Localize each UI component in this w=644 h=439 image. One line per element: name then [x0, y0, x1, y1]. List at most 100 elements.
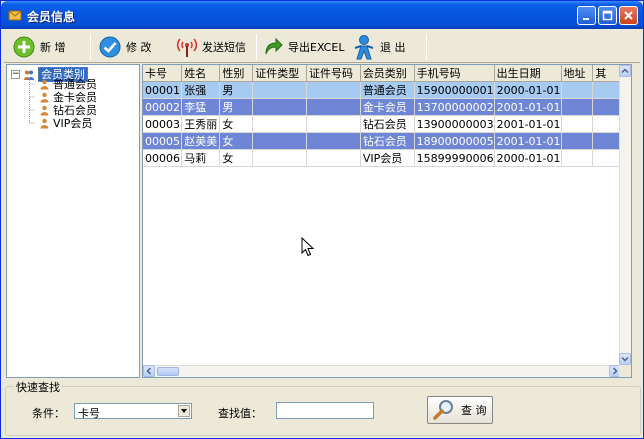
table-cell: 00003	[143, 115, 183, 133]
vertical-scrollbar[interactable]	[619, 65, 631, 365]
table-cell: 李猛	[181, 98, 221, 116]
table-cell: 2001-01-01	[494, 132, 562, 150]
antenna-icon	[176, 38, 198, 57]
table-cell: 女	[219, 115, 254, 133]
scroll-down-button[interactable]	[619, 353, 631, 365]
column-header[interactable]: 卡号	[143, 65, 183, 82]
minimize-button[interactable]	[577, 6, 596, 25]
table-cell: 钻石会员	[360, 115, 415, 133]
table-cell: 13900000003	[414, 115, 495, 133]
table-cell	[252, 115, 308, 133]
condition-select[interactable]: 卡号	[74, 403, 192, 420]
column-header[interactable]: 证件号码	[306, 65, 361, 82]
table-cell	[561, 98, 594, 116]
tree-item-label: VIP会员	[53, 117, 93, 130]
column-header[interactable]: 姓名	[181, 65, 221, 82]
close-button[interactable]	[619, 6, 638, 25]
condition-label: 条件：	[32, 407, 65, 420]
toolbar-separator	[90, 34, 91, 60]
title-bar[interactable]: 会员信息	[1, 1, 643, 29]
toolbar-separator	[256, 34, 257, 60]
table-row[interactable]: 00001 张强 男 普通会员 15900000001 2000-01-01	[143, 81, 621, 99]
column-header[interactable]: 手机号码	[414, 65, 495, 82]
table-cell: 男	[219, 98, 254, 116]
table-cell	[592, 115, 621, 133]
arrow-up-icon	[621, 68, 629, 74]
table-cell	[561, 81, 594, 99]
dropdown-button[interactable]	[178, 405, 190, 417]
export-excel-button[interactable]: 导出EXCEL	[262, 32, 346, 62]
column-header[interactable]: 会员类别	[360, 65, 415, 82]
query-button[interactable]: 查 询	[427, 396, 493, 424]
exit-button[interactable]: 退 出	[352, 32, 424, 62]
maximize-button[interactable]	[598, 6, 617, 25]
tree-item-gold[interactable]: 金卡会员	[39, 91, 97, 104]
arrow-left-icon	[146, 367, 152, 375]
find-value-input[interactable]	[276, 402, 374, 419]
column-header[interactable]: 性别	[219, 65, 254, 82]
member-icon	[40, 118, 49, 129]
member-table[interactable]: 卡号 姓名 性别 证件类型 证件号码 会员类别 手机号码 出生日期 地址 其 0	[142, 64, 632, 378]
table-cell	[306, 98, 361, 116]
column-header[interactable]: 证件类型	[252, 65, 308, 82]
exit-label: 退 出	[380, 41, 406, 54]
arrow-down-icon	[621, 356, 629, 362]
add-button[interactable]: 新 增	[12, 32, 82, 62]
tree-item-diamond[interactable]: 钻石会员	[39, 104, 97, 117]
table-cell: 2000-01-01	[494, 81, 562, 99]
member-category-tree[interactable]: − 会员类别 普通会员 金卡会员 钻石会员 VIP会员	[6, 64, 140, 378]
table-cell	[252, 132, 308, 150]
magnifier-icon	[433, 400, 453, 420]
table-cell: 女	[219, 132, 254, 150]
horizontal-scrollbar[interactable]	[143, 365, 621, 377]
table-row[interactable]: 00005 赵美美 女 钻石会员 18900000005 2001-01-01	[143, 132, 621, 150]
table-cell	[306, 115, 361, 133]
mouse-cursor-icon	[301, 237, 315, 257]
scroll-up-button[interactable]	[619, 65, 631, 77]
export-excel-label: 导出EXCEL	[288, 41, 345, 54]
table-cell: 00005	[143, 132, 183, 150]
query-label: 查 询	[461, 404, 487, 417]
table-cell: 钻石会员	[360, 132, 415, 150]
table-cell: 普通会员	[360, 81, 415, 99]
table-cell	[306, 81, 361, 99]
table-cell: 女	[219, 149, 254, 167]
send-sms-button[interactable]: 发送短信	[176, 32, 252, 62]
toolbar: 新 增 修 改 发送短信 导出EXCEL 退 出	[4, 31, 640, 63]
table-cell: 00001	[143, 81, 183, 99]
member-icon	[40, 79, 49, 90]
scroll-thumb[interactable]	[157, 367, 179, 376]
toolbar-separator	[426, 34, 427, 60]
find-value-label: 查找值：	[218, 407, 262, 420]
column-header[interactable]: 其	[592, 65, 621, 82]
table-cell: 王秀丽	[181, 115, 221, 133]
table-cell: 2001-01-01	[494, 115, 562, 133]
maximize-icon	[602, 10, 613, 21]
tree-item-vip[interactable]: VIP会员	[39, 117, 92, 130]
member-info-window: 会员信息 新 增 修 改 发送短信 导出EXCEL 退 出 − 会员类别 普通会…	[0, 0, 644, 439]
table-cell	[252, 81, 308, 99]
table-cell: 18900000005	[414, 132, 495, 150]
table-row[interactable]: 00006 马莉 女 VIP会员 15899990006 2000-01-01	[143, 149, 621, 167]
edit-button[interactable]: 修 改	[98, 32, 168, 62]
column-header[interactable]: 出生日期	[494, 65, 562, 82]
table-header-row: 卡号 姓名 性别 证件类型 证件号码 会员类别 手机号码 出生日期 地址 其	[143, 65, 621, 82]
table-cell: 13700000002	[414, 98, 495, 116]
close-icon	[624, 11, 633, 20]
table-cell	[592, 149, 621, 167]
table-cell: 张强	[181, 81, 221, 99]
table-cell	[252, 98, 308, 116]
scroll-corner	[619, 365, 631, 377]
minimize-icon	[583, 18, 589, 20]
table-row[interactable]: 00003 王秀丽 女 钻石会员 13900000003 2001-01-01	[143, 115, 621, 133]
tree-item-regular[interactable]: 普通会员	[39, 78, 97, 91]
table-row[interactable]: 00002 李猛 男 金卡会员 13700000002 2001-01-01	[143, 98, 621, 116]
table-cell	[561, 149, 594, 167]
table-cell	[592, 81, 621, 99]
table-cell: 2000-01-01	[494, 149, 562, 167]
add-label: 新 增	[40, 41, 66, 54]
column-header[interactable]: 地址	[561, 65, 594, 82]
checkmark-icon	[99, 36, 121, 58]
scroll-left-button[interactable]	[143, 365, 155, 377]
table-cell	[592, 98, 621, 116]
